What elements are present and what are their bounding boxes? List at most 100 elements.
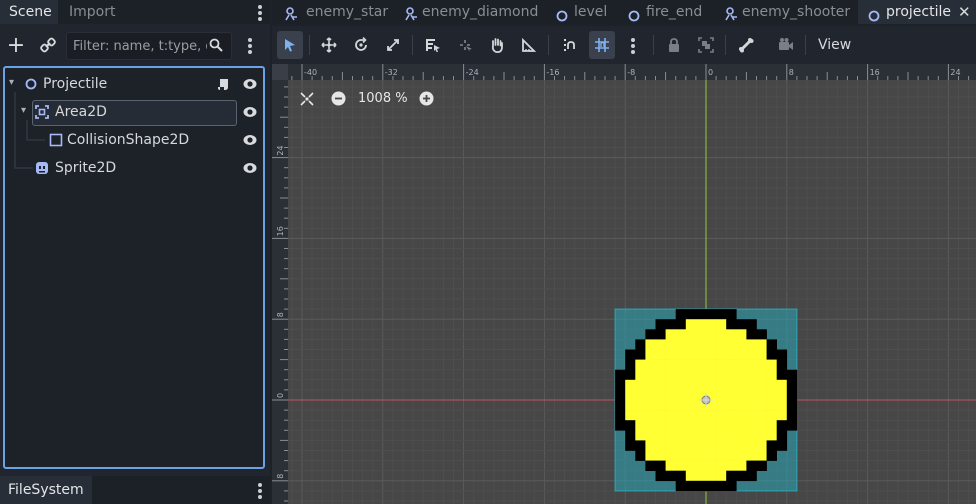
sprite-pixel: [685, 319, 697, 330]
visibility-eye-icon[interactable]: [243, 161, 257, 175]
sprite-pixel: [706, 369, 717, 381]
select-mode-icon[interactable]: [277, 31, 303, 59]
canvas-viewport[interactable]: -40 -32 -24 -16 -8 0 8 16 24 24 16 8 0 8 1008 %: [272, 64, 976, 504]
skeleton-bone-icon[interactable]: [733, 31, 759, 59]
sprite-pixel: [716, 369, 727, 381]
ruler-mode-icon[interactable]: [516, 31, 542, 59]
filesystem-menu-icon[interactable]: [258, 483, 262, 501]
node2d-circle-icon: [25, 78, 37, 94]
lock-icon[interactable]: [661, 31, 687, 59]
tab-scene[interactable]: Scene: [0, 0, 58, 24]
scale-mode-icon[interactable]: [380, 31, 406, 59]
search-icon: [209, 38, 223, 56]
sprite-pixel: [685, 480, 697, 492]
collapse-arrow-icon[interactable]: ▾: [9, 77, 14, 88]
sprite-pixel: [736, 379, 747, 391]
sprite-pixel: [786, 369, 798, 381]
script-icon[interactable]: [217, 77, 231, 95]
dock-menu-icon[interactable]: [258, 5, 262, 23]
filter-nodes-input[interactable]: [66, 32, 232, 60]
sprite-pixel: [706, 410, 717, 421]
scene-tab-enemy-diamond[interactable]: enemy_diamond: [396, 0, 546, 24]
tree-label: Projectile: [43, 76, 108, 92]
visibility-eye-icon[interactable]: [243, 77, 257, 91]
tree-item-collisionshape2d[interactable]: CollisionShape2D: [5, 127, 263, 153]
tree-item-area2d[interactable]: ▾ Area2D: [5, 99, 263, 125]
view-menu[interactable]: View: [808, 31, 861, 59]
sprite-pixel: [695, 319, 707, 330]
sprite-pixel: [786, 410, 798, 421]
sprite-pixel: [756, 379, 767, 391]
sprite-pixel: [716, 339, 727, 350]
sprite-pixel: [645, 349, 656, 360]
sprite-pixel: [615, 379, 626, 391]
pan-mode-icon[interactable]: [484, 31, 510, 59]
sprite-pixel: [756, 349, 767, 360]
sprite-pixel: [695, 420, 707, 431]
sprite-pixel: [776, 410, 788, 421]
tree-item-sprite2d[interactable]: Sprite2D: [5, 155, 263, 181]
list-select-icon[interactable]: [420, 31, 446, 59]
sprite-pixel: [665, 420, 676, 431]
scene-tab-projectile[interactable]: projectile ✕: [858, 0, 976, 24]
sprite-pixel: [746, 329, 757, 340]
scene-tab-enemy-star[interactable]: enemy_star: [276, 0, 394, 24]
visibility-eye-icon[interactable]: [243, 133, 257, 147]
close-tab-icon[interactable]: ✕: [958, 0, 971, 24]
rotate-mode-icon[interactable]: [348, 31, 374, 59]
sprite-pixel: [756, 329, 767, 340]
ruler-label: 8: [789, 68, 794, 77]
tree-label: CollisionShape2D: [67, 132, 190, 148]
link-scene-icon[interactable]: [38, 37, 58, 58]
sprite-pixel: [675, 319, 687, 330]
scene-tab-level[interactable]: level: [548, 0, 618, 24]
ruler-label: 0: [276, 393, 285, 398]
scene-tab-fire-end[interactable]: fire_end: [620, 0, 716, 24]
sprite-pixel: [726, 359, 737, 370]
tab-label: enemy_diamond: [422, 4, 539, 20]
sprite-pixel: [635, 379, 646, 391]
tree-item-projectile[interactable]: ▾ Projectile: [5, 71, 263, 97]
sprite-pixel: [685, 349, 697, 360]
zoom-percent[interactable]: 1008 %: [358, 90, 408, 108]
pivot-mode-icon[interactable]: [452, 31, 478, 59]
camera-override-icon[interactable]: [773, 31, 799, 59]
group-icon[interactable]: [693, 31, 719, 59]
sprite-pixel: [716, 359, 727, 370]
sprite-pixel: [746, 420, 757, 431]
scene-tab-enemy-shooter[interactable]: enemy_shooter: [718, 0, 856, 24]
snap-options-icon[interactable]: [631, 38, 635, 56]
grid-snap-icon[interactable]: [589, 31, 615, 59]
sprite-pixel: [726, 460, 737, 471]
sprite-pixel: [655, 460, 666, 471]
move-mode-icon[interactable]: [316, 31, 342, 59]
visibility-eye-icon[interactable]: [243, 105, 257, 119]
tab-filesystem[interactable]: FileSystem: [0, 476, 92, 504]
scene-options-icon[interactable]: [248, 38, 252, 56]
sprite-pixel: [695, 379, 707, 391]
ruler-label: -16: [546, 68, 559, 77]
sprite-pixel: [665, 410, 676, 421]
sprite-pixel: [716, 309, 727, 320]
sprite-pixel: [726, 420, 737, 431]
smart-snap-icon[interactable]: [557, 31, 583, 59]
sprite-pixel: [615, 420, 626, 431]
sprite-pixel: [665, 329, 676, 340]
sprite-pixel: [736, 470, 747, 482]
add-node-icon[interactable]: +: [6, 35, 26, 57]
sprite-pixel: [716, 470, 727, 482]
collapse-arrow-icon[interactable]: ▾: [21, 105, 26, 116]
canvas-drawing[interactable]: -40 -32 -24 -16 -8 0 8 16 24 24 16 8 0 8: [272, 64, 976, 504]
sprite-pixel: [685, 420, 697, 431]
sprite-pixel: [695, 460, 707, 471]
sprite-pixel: [716, 410, 727, 421]
sprite-pixel: [695, 339, 707, 350]
ruler-label: -32: [385, 68, 398, 77]
tab-import[interactable]: Import: [60, 0, 124, 24]
sprite-pixel: [756, 460, 767, 471]
toolbar-separator: [805, 35, 806, 55]
sprite-pixel: [776, 420, 788, 431]
sprite-pixel: [625, 440, 636, 451]
sprite-pixel: [726, 470, 737, 482]
ruler-label: -24: [466, 68, 479, 77]
